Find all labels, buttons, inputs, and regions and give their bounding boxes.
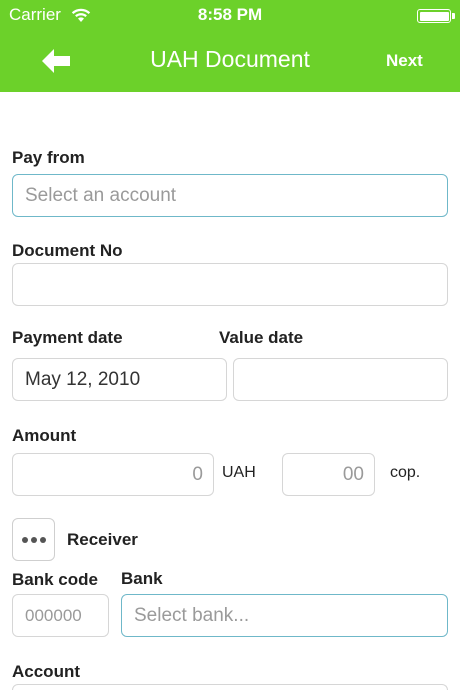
cents-placeholder: 00: [342, 463, 364, 485]
document-no-label: Document No: [12, 241, 123, 260]
cents-field[interactable]: 00: [282, 453, 375, 496]
battery-icon: [417, 9, 455, 23]
payment-date-label: Payment date: [12, 328, 123, 347]
pay-from-label: Pay from: [12, 148, 85, 167]
receiver-label: Receiver: [67, 530, 138, 549]
pay-from-select[interactable]: Select an account: [12, 174, 448, 217]
payment-date-value: May 12, 2010: [25, 368, 141, 390]
account-field[interactable]: [12, 684, 448, 690]
amount-label: Amount: [12, 426, 77, 445]
account-label: Account: [12, 662, 80, 681]
value-date-label: Value date: [219, 328, 304, 347]
bank-label: Bank: [121, 569, 163, 588]
value-date-field[interactable]: [233, 358, 448, 401]
navigation-header: Carrier 8:58 PM UAH Document Next: [0, 0, 460, 92]
document-no-field[interactable]: [12, 263, 448, 306]
bank-code-label: Bank code: [12, 570, 98, 589]
clock: 8:58 PM: [197, 5, 263, 24]
amount-field[interactable]: 0: [12, 453, 214, 496]
cents-unit-label: cop.: [390, 464, 421, 481]
bank-code-placeholder: 000000: [25, 605, 82, 625]
amount-placeholder: 0: [192, 463, 203, 485]
more-dots-icon[interactable]: [12, 518, 55, 561]
status-bar: Carrier 8:58 PM: [0, 0, 460, 32]
pay-from-placeholder: Select an account: [25, 184, 177, 206]
payment-date-field[interactable]: May 12, 2010: [12, 358, 227, 401]
currency-label: UAH: [222, 464, 256, 481]
bank-code-field[interactable]: 000000: [12, 594, 109, 637]
next-button[interactable]: Next: [386, 51, 423, 71]
bank-select[interactable]: Select bank...: [121, 594, 448, 637]
bank-placeholder: Select bank...: [134, 604, 250, 626]
